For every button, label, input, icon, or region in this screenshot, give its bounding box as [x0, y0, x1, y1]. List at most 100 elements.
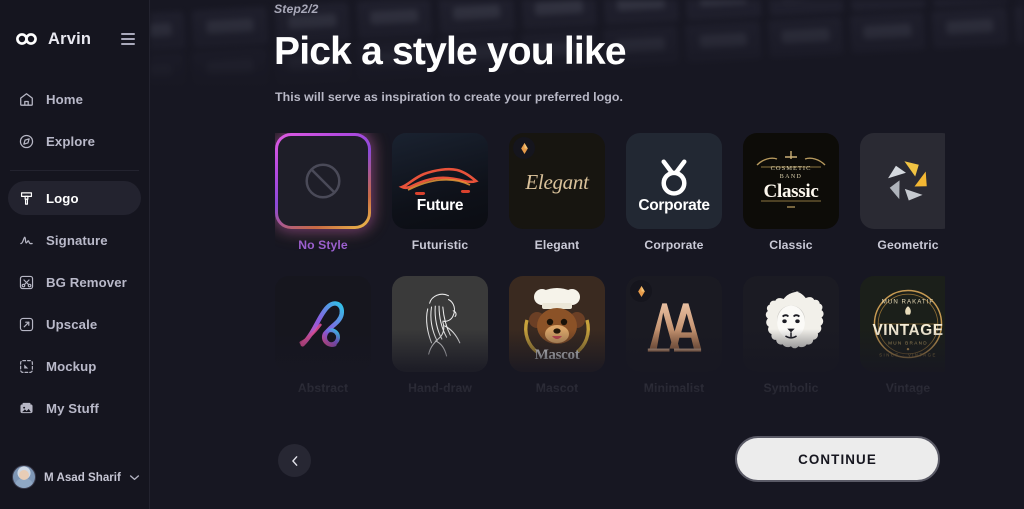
user-name: M Asad Sharif: [44, 470, 121, 484]
style-thumbnail[interactable]: [743, 276, 839, 372]
style-grid-container: No Style Future Futuristic Elegant Elega…: [275, 133, 945, 415]
style-art-text: Classic: [763, 181, 819, 202]
style-card-label: Mascot: [535, 381, 579, 395]
svg-text:BAND: BAND: [780, 174, 803, 180]
page-title: Pick a style you like: [274, 30, 627, 73]
back-button[interactable]: [278, 444, 311, 477]
mockup-icon: [18, 358, 35, 375]
style-thumbnail[interactable]: Mascot: [509, 276, 605, 372]
corporate-ring-icon: [650, 158, 698, 198]
step-indicator: Step2/2: [274, 2, 319, 16]
sidebar-nav: Home Explore Logo Signature BG Remover U…: [0, 78, 149, 429]
sidebar-item-explore[interactable]: Explore: [8, 124, 141, 158]
sidebar-item-mockup[interactable]: Mockup: [8, 349, 141, 383]
selected-card-ring[interactable]: [275, 133, 371, 229]
style-thumbnail[interactable]: COSMETIC BAND Classic: [743, 133, 839, 229]
signature-icon: [18, 232, 35, 249]
sidebar-item-label: Upscale: [46, 316, 98, 332]
style-thumbnail[interactable]: Elegant: [509, 133, 605, 229]
style-card-label: Symbolic: [763, 381, 819, 395]
style-card-hand-draw[interactable]: Hand-draw: [392, 276, 488, 395]
style-card-symbolic[interactable]: Symbolic: [743, 276, 839, 395]
elegant-script-icon: Elegant: [525, 170, 589, 194]
page-content: Step2/2 Pick a style you like This will …: [150, 0, 1024, 509]
style-card-label: Vintage: [885, 381, 931, 395]
svg-text:MUN BRAND: MUN BRAND: [888, 341, 928, 346]
style-thumbnail[interactable]: MUN RAKATIF VINTAGE MUN BRAND SINCE · VI…: [860, 276, 945, 372]
style-card-label: Minimalist: [643, 381, 705, 395]
style-card-label: Abstract: [297, 381, 349, 395]
sidebar-item-my-stuff[interactable]: My Stuff: [8, 391, 141, 425]
premium-diamond-icon: [513, 137, 535, 159]
gallery-icon: [18, 400, 35, 417]
style-card-minimalist[interactable]: Minimalist: [626, 276, 722, 395]
style-card-corporate[interactable]: Corporate Corporate: [626, 133, 722, 252]
svg-text:COSMETIC: COSMETIC: [771, 165, 812, 172]
brand-name: Arvin: [48, 29, 92, 48]
upscale-arrow-icon: [18, 316, 35, 333]
style-card-label: Geometric: [877, 238, 939, 252]
style-card-mascot[interactable]: Mascot Mascot: [509, 276, 605, 395]
vintage-badge-icon: MUN RAKATIF VINTAGE MUN BRAND SINCE · VI…: [867, 283, 945, 365]
compass-icon: [18, 133, 35, 150]
style-thumbnail[interactable]: Future: [392, 133, 488, 229]
style-thumbnail[interactable]: [626, 276, 722, 372]
style-card-label: Hand-draw: [408, 381, 472, 395]
app-root: Arvin Home Explore Logo Signature BG Rem…: [0, 0, 1024, 509]
sidebar-item-logo[interactable]: Logo: [8, 181, 141, 215]
style-thumbnail[interactable]: [275, 276, 371, 372]
geometric-petals-icon: [881, 154, 935, 208]
lion-head-icon: [754, 285, 828, 363]
style-card-classic[interactable]: COSMETIC BAND Classic Classic: [743, 133, 839, 252]
style-card-no-style[interactable]: No Style: [275, 133, 371, 252]
premium-diamond-icon: [630, 280, 652, 302]
style-art-text: Future: [416, 197, 464, 214]
continue-button[interactable]: CONTINUE: [735, 436, 940, 482]
style-thumbnail[interactable]: [392, 276, 488, 372]
style-card-elegant[interactable]: Elegant Elegant: [509, 133, 605, 252]
sidebar-item-label: Signature: [46, 232, 108, 248]
sidebar-divider: [10, 170, 139, 171]
sidebar-item-label: Mockup: [46, 358, 97, 374]
style-grid: No Style Future Futuristic Elegant Elega…: [275, 133, 945, 415]
logo-brush-icon: [18, 190, 35, 207]
svg-text:SINCE · VINTAGE: SINCE · VINTAGE: [879, 353, 937, 358]
style-art-text: Corporate: [638, 197, 710, 214]
main-panel: Step2/2 Pick a style you like This will …: [150, 0, 1024, 509]
scissors-icon: [18, 274, 35, 291]
style-thumbnail[interactable]: [278, 136, 368, 226]
avatar: [12, 465, 36, 489]
style-card-vintage[interactable]: MUN RAKATIF VINTAGE MUN BRAND SINCE · VI…: [860, 276, 945, 395]
brand-row: Arvin: [0, 22, 149, 56]
home-icon: [18, 91, 35, 108]
sidebar-item-upscale[interactable]: Upscale: [8, 307, 141, 341]
sidebar-item-label: Logo: [46, 190, 79, 206]
style-card-label: Elegant: [534, 238, 580, 252]
sidebar-item-home[interactable]: Home: [8, 82, 141, 116]
style-card-label: No Style: [298, 238, 348, 252]
chevron-down-icon: [129, 474, 140, 481]
sidebar-item-label: BG Remover: [46, 274, 127, 290]
sidebar-item-signature[interactable]: Signature: [8, 223, 141, 257]
style-thumbnail[interactable]: [860, 133, 945, 229]
hamburger-menu-icon[interactable]: [121, 33, 135, 45]
style-card-futuristic[interactable]: Future Futuristic: [392, 133, 488, 252]
style-thumbnail[interactable]: Corporate: [626, 133, 722, 229]
style-art-text: Mascot: [534, 347, 580, 363]
svg-text:MUN RAKATIF: MUN RAKATIF: [882, 299, 934, 306]
style-card-abstract[interactable]: Abstract: [275, 276, 371, 395]
sidebar-item-label: My Stuff: [46, 400, 99, 416]
user-account-menu[interactable]: M Asad Sharif: [0, 455, 149, 499]
sidebar: Arvin Home Explore Logo Signature BG Rem…: [0, 0, 150, 509]
style-card-label: Futuristic: [411, 238, 469, 252]
sidebar-item-label: Home: [46, 91, 84, 107]
style-card-label: Classic: [769, 238, 813, 252]
abstract-swirl-icon: [292, 293, 354, 355]
sidebar-item-bg-remover[interactable]: BG Remover: [8, 265, 141, 299]
style-card-geometric[interactable]: Geometric: [860, 133, 945, 252]
style-card-label: Corporate: [644, 238, 704, 252]
svg-text:VINTAGE: VINTAGE: [872, 322, 943, 339]
monogram-ma-icon: [642, 298, 706, 354]
line-art-woman-icon: [407, 286, 473, 362]
